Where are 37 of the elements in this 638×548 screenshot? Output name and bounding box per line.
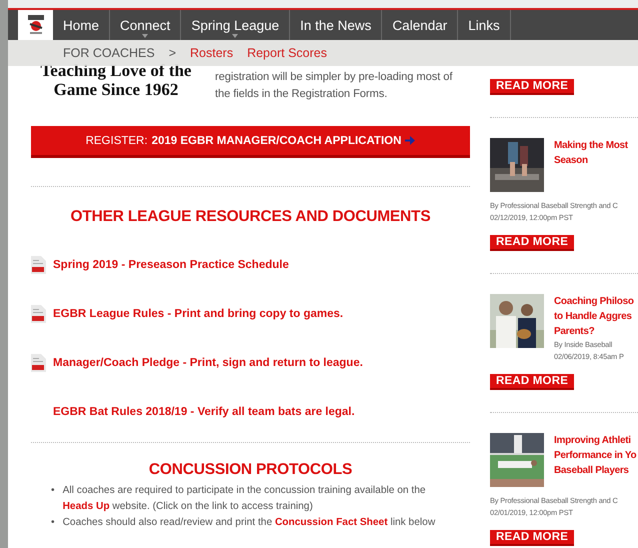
section-heading: OTHER LEAGUE RESOURCES AND DOCUMENTS [70,208,432,226]
article-title[interactable]: to Handle Aggres [554,309,634,324]
text-link[interactable]: Concussion Fact Sheet [274,517,388,528]
breadcrumb-separator: > [168,46,176,60]
subnav-link[interactable]: Rosters [190,46,234,60]
article-title[interactable]: Baseball Players [554,463,636,478]
read-more-button[interactable]: READ MORE [490,235,574,251]
read-more-button[interactable]: READ MORE [490,374,574,390]
document-link[interactable]: Manager/Coach Pledge - Print, sign and return to league. [53,357,363,369]
tagline-text: Teaching Love of the [40,61,192,80]
read-more-button[interactable]: READ MORE [490,530,574,546]
document-link[interactable]: EGBR League Rules - Print and bring copy to games. [53,308,344,320]
article-title[interactable]: Performance in Yo [554,448,636,463]
intro-paragraph: registration will be simpler by pre-loading most of the fields in the Registration Forms. [214,70,454,102]
article-title[interactable]: Improving Athleti [554,433,636,448]
section-label: FOR COACHES [63,46,155,60]
text-link[interactable]: Heads Up [62,501,110,512]
league-logo-icon[interactable] [26,14,46,36]
register-button[interactable]: REGISTER: 2019 EGBR MANAGER/COACH APPLICATION [31,126,470,158]
section-heading: CONCUSSION PROTOCOLS [148,461,354,479]
read-more-button[interactable]: READ MORE [490,79,574,95]
subnav-link[interactable]: Report Scores [247,46,327,60]
bullet-marker: • [51,516,55,530]
pdf-file-icon [31,256,46,274]
article-title[interactable]: Coaching Philoso [554,294,634,309]
article-title[interactable]: Making the Most [554,138,628,153]
article-title[interactable]: Season [554,153,628,168]
tagline-text: Game Since 1962 [54,80,178,99]
document-link[interactable]: EGBR Bat Rules 2018/19 - Verify all team bats are legal. [53,406,355,418]
document-link[interactable]: Spring 2019 - Preseason Practice Schedule [53,259,289,271]
pdf-file-icon [31,354,46,372]
bullet-marker: • [51,484,55,498]
article-title[interactable]: Parents? [554,324,634,339]
bullet-text: All coaches are required to participate in the concussion training available on the Heads Up website. (Click on the link to access training) [62,484,427,514]
arrow-icon [405,136,416,145]
bullet-text: Coaches should also read/review and print the Concussion Fact Sheet link below [62,516,436,530]
pdf-file-icon [31,305,46,323]
